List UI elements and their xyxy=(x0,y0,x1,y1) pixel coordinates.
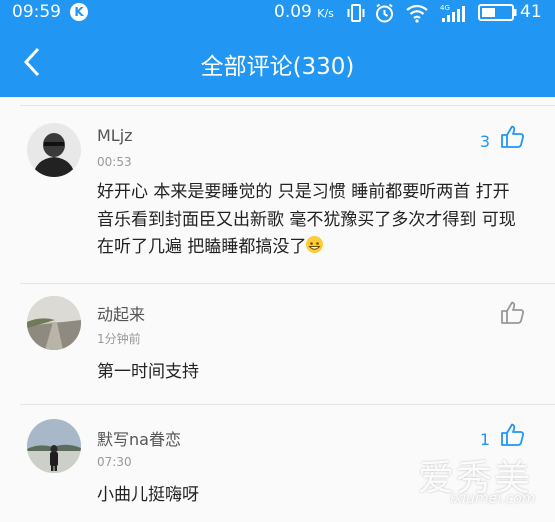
app-bar: 全部评论(330) xyxy=(0,25,555,97)
comment-username[interactable]: 动起来 xyxy=(97,301,145,325)
comment-time: 1分钟前 xyxy=(97,332,141,346)
svg-text:4G: 4G xyxy=(440,4,450,12)
watermark-url: ixiumei.com xyxy=(450,491,536,507)
like-button[interactable] xyxy=(500,300,525,325)
app-notification-icon: K xyxy=(70,3,88,21)
comment-username[interactable]: MLjz xyxy=(97,126,133,145)
grinning-emoji-icon xyxy=(306,236,324,253)
network-speed-unit: K/s xyxy=(317,7,334,20)
avatar[interactable] xyxy=(27,296,81,350)
like-count: 3 xyxy=(479,132,490,151)
comment-time: 00:53 xyxy=(97,155,132,169)
battery-icon xyxy=(478,3,518,27)
avatar[interactable] xyxy=(27,123,81,177)
network-speed: 0.09 K/s xyxy=(274,2,334,22)
status-time: 09:59 xyxy=(12,2,61,22)
comment-time: 07:30 xyxy=(97,455,132,469)
battery-percentage: 41 xyxy=(520,2,542,22)
page-title: 全部评论(330) xyxy=(200,54,355,80)
divider xyxy=(20,283,555,284)
divider xyxy=(20,105,555,106)
like-button[interactable] xyxy=(500,422,525,447)
network-speed-value: 0.09 xyxy=(274,2,312,22)
divider xyxy=(20,404,555,405)
thumbs-up-icon xyxy=(501,423,524,446)
watermark: 爱秀美 ixiumei.com xyxy=(400,445,555,522)
thumbs-up-icon xyxy=(501,125,524,148)
status-bar: 09:59 K 0.09 K/s 4G 41 xyxy=(0,0,555,25)
comment-text: 第一时间支持 xyxy=(97,362,199,382)
thumbs-up-icon xyxy=(501,301,524,324)
comment-username[interactable]: 默写na眷恋 xyxy=(97,426,181,450)
comment-text: 好开心 本来是要睡觉的 只是习惯 睡前都要听两首 打开音乐看到封面臣又出新歌 毫… xyxy=(97,179,517,262)
like-button[interactable] xyxy=(500,124,525,149)
avatar[interactable] xyxy=(27,419,81,473)
